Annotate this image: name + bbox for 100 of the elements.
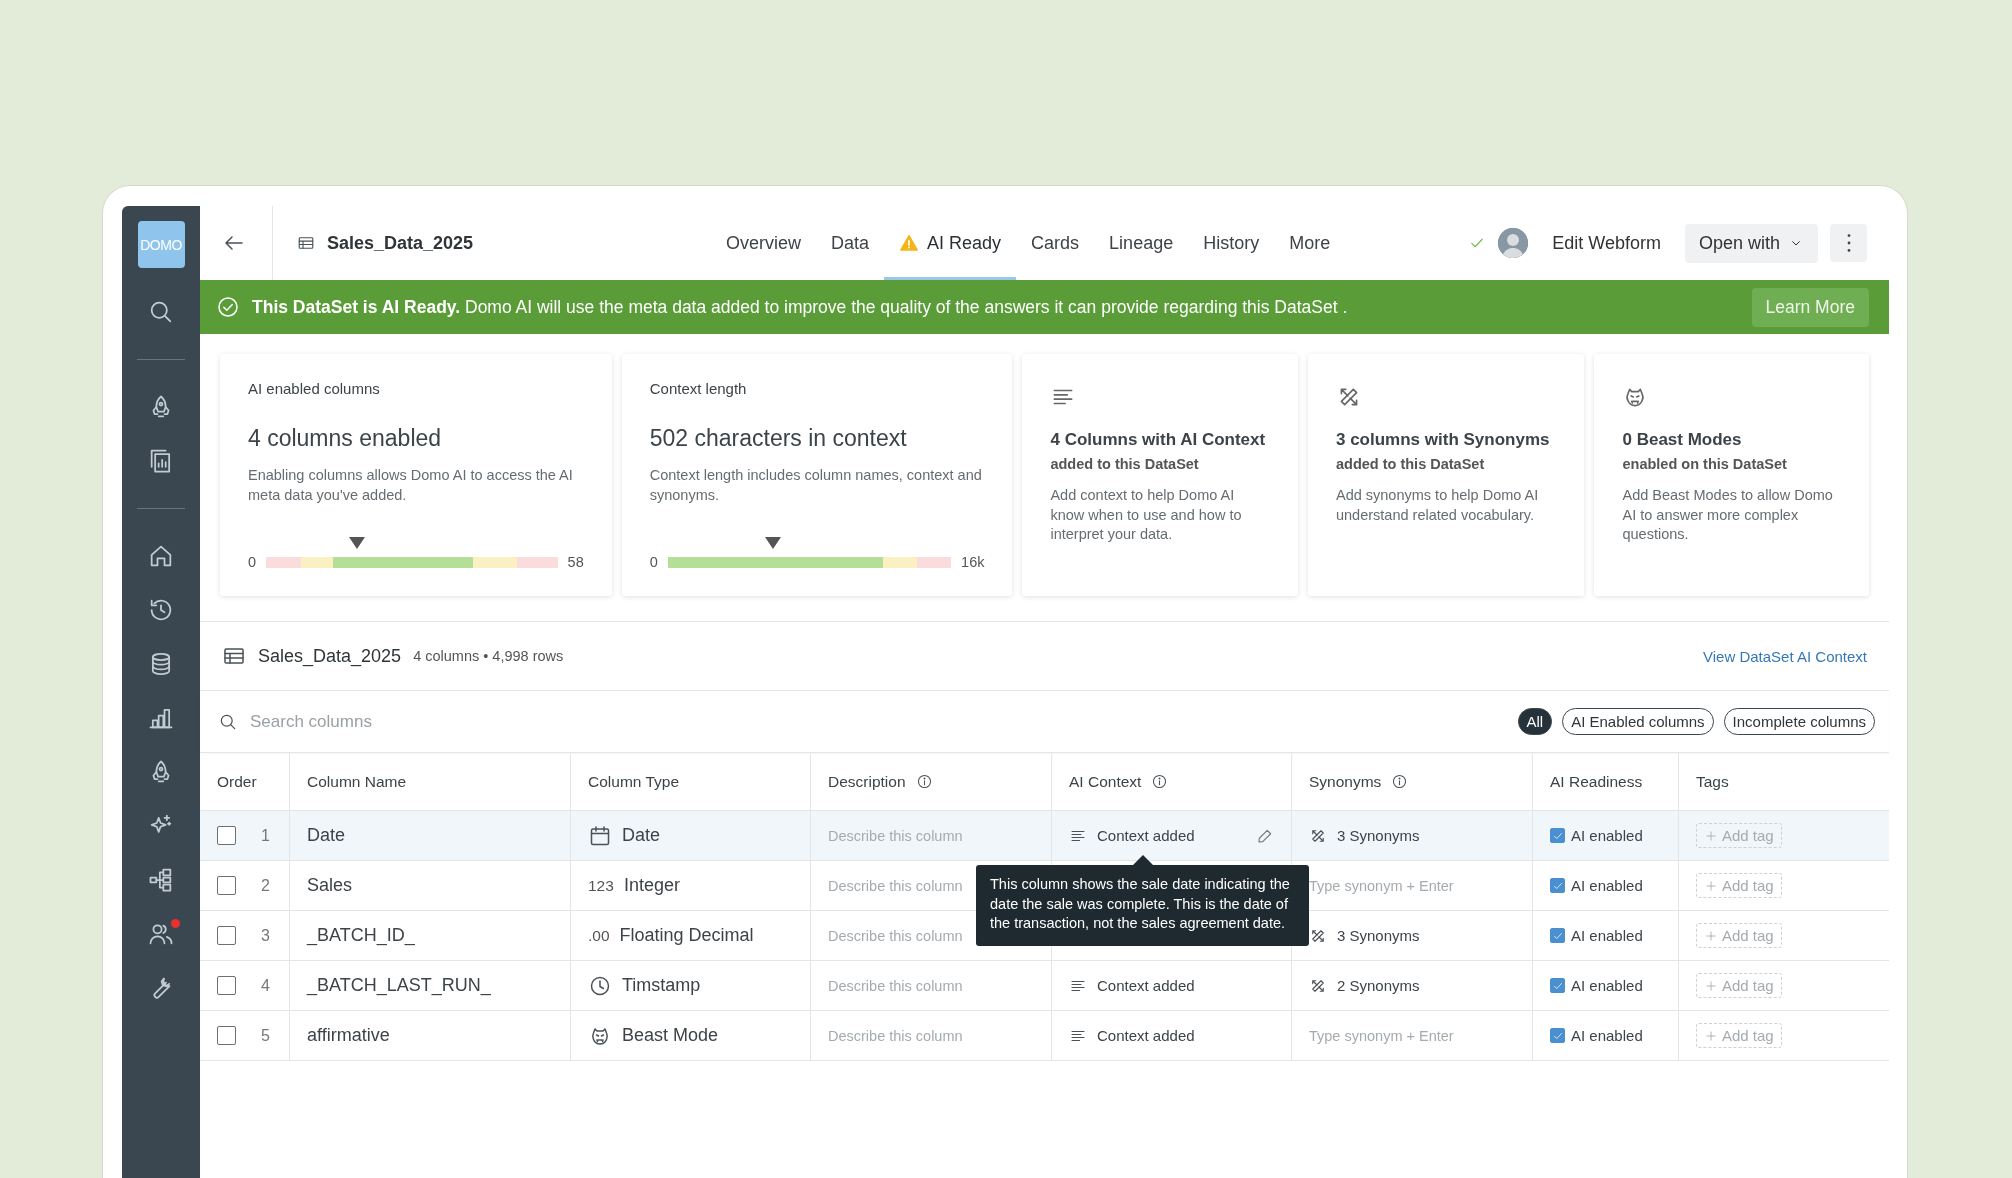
tab[interactable]: Cards xyxy=(1016,206,1095,280)
open-with-button[interactable]: Open with xyxy=(1684,223,1818,263)
meter-min-label: 0 xyxy=(649,554,658,570)
readiness-label: AI enabled xyxy=(1571,877,1643,894)
tooltip: This column shows the sale date indicating the date the sale was complete. This is the date of the transaction, not the sales agreement date. xyxy=(976,855,1309,946)
tab[interactable]: Overview xyxy=(711,206,816,280)
card-description: Add synonyms to help Domo AI understand related vocabulary. xyxy=(1335,486,1540,525)
readiness-label: AI enabled xyxy=(1571,977,1643,994)
edit-webform-button[interactable]: Edit Webform xyxy=(1540,232,1673,254)
info-icon xyxy=(1151,773,1169,790)
card-description: Add context to help Domo AI know when to use and how to interpret your data. xyxy=(1050,486,1243,545)
column-header: Column Name xyxy=(307,772,407,791)
row-checkbox[interactable] xyxy=(217,826,236,845)
logo[interactable]: DOMO xyxy=(137,221,185,268)
tab[interactable]: More xyxy=(1274,206,1346,280)
readiness-label: AI enabled xyxy=(1571,1027,1643,1044)
add-tag-button[interactable]: Add tag xyxy=(1696,823,1782,848)
context-status: Context added xyxy=(1097,827,1196,844)
card-subtitle: enabled on this DataSet xyxy=(1622,456,1788,472)
row-checkbox[interactable] xyxy=(217,1026,236,1045)
meter-min-label: 0 xyxy=(248,554,257,570)
description-field[interactable]: Describe this column xyxy=(828,877,963,894)
tab[interactable]: Lineage xyxy=(1094,206,1189,280)
dataset-title: Sales_Data_2025 xyxy=(327,232,474,254)
column-header: AI Readiness xyxy=(1550,772,1643,791)
plus-icon xyxy=(1704,878,1718,893)
tab[interactable]: History xyxy=(1188,206,1275,280)
column-name: _BATCH_ID_ xyxy=(307,925,415,946)
row-checkbox[interactable] xyxy=(217,976,236,995)
description-field[interactable]: Describe this column xyxy=(828,927,963,944)
synonym-count: 2 Synonyms xyxy=(1337,977,1420,994)
info-icon xyxy=(1391,773,1409,790)
column-header: Tags xyxy=(1696,772,1729,791)
card-label: Context length xyxy=(649,380,748,397)
add-tag-button[interactable]: Add tag xyxy=(1696,1023,1782,1048)
ai-enabled-checkbox[interactable] xyxy=(1550,828,1565,843)
column-header: Description xyxy=(828,772,906,791)
ai-enabled-checkbox[interactable] xyxy=(1550,928,1565,943)
description-field[interactable]: Describe this column xyxy=(828,827,963,844)
meter-max-label: 58 xyxy=(567,554,584,570)
card-description: Add Beast Modes to allow Domo AI to answer more complex questions. xyxy=(1622,486,1834,545)
context-status: Context added xyxy=(1097,977,1196,994)
ai-enabled-checkbox[interactable] xyxy=(1550,978,1565,993)
plus-icon xyxy=(1704,828,1718,843)
filter-chip[interactable]: AI Enabled columns xyxy=(1562,708,1714,735)
column-name: _BATCH_LAST_RUN_ xyxy=(307,975,491,996)
add-tag-button[interactable]: Add tag xyxy=(1696,973,1782,998)
card-description: Enabling columns allows Domo AI to access the AI meta data you've added. xyxy=(248,466,574,505)
table-icon xyxy=(297,234,315,252)
card-label: AI enabled columns xyxy=(248,380,381,397)
ai-enabled-checkbox[interactable] xyxy=(1550,878,1565,893)
type-glyph: 123 xyxy=(588,876,614,895)
filter-chip[interactable]: Incomplete columns xyxy=(1723,708,1875,735)
meter-max-label: 16k xyxy=(961,554,985,570)
type-glyph: .00 xyxy=(588,926,610,945)
learn-more-button[interactable]: Learn More xyxy=(1751,287,1869,327)
filter-chip[interactable]: All xyxy=(1517,708,1553,735)
info-icon xyxy=(915,773,933,790)
column-header: Synonyms xyxy=(1309,772,1382,791)
synonym-count: 3 Synonyms xyxy=(1337,927,1420,944)
dataset-name: Sales_Data_2025 xyxy=(258,645,402,667)
plus-icon xyxy=(1704,928,1718,943)
banner-message: This DataSet is AI Ready. Domo AI will use the meta data added to improve the quality of the answers it can provide regarding this DataSet . xyxy=(252,296,1349,318)
context-status: Context added xyxy=(1097,1027,1196,1044)
ai-context-link[interactable]: View DataSet AI Context xyxy=(1703,647,1867,665)
column-type: Integer xyxy=(623,875,680,896)
column-header: Order xyxy=(217,772,257,791)
description-field[interactable]: Describe this column xyxy=(828,1027,963,1044)
order-number: 2 xyxy=(261,876,270,895)
synonym-field[interactable]: Type synonym + Enter xyxy=(1309,877,1454,894)
ai-enabled-checkbox[interactable] xyxy=(1550,1028,1565,1043)
row-checkbox[interactable] xyxy=(217,876,236,895)
search-field[interactable]: Search columns xyxy=(248,710,1508,733)
add-tag-button[interactable]: Add tag xyxy=(1696,873,1782,898)
column-name: affirmative xyxy=(307,1025,390,1046)
check-circle-icon xyxy=(216,295,240,319)
plus-icon xyxy=(1704,978,1718,993)
card-subtitle: added to this DataSet xyxy=(1335,456,1486,472)
synonym-field[interactable]: Type synonym + Enter xyxy=(1309,1027,1454,1044)
column-type: Date xyxy=(622,825,661,846)
card-description: Context length includes column names, context and synonyms. xyxy=(649,466,983,505)
row-checkbox[interactable] xyxy=(217,926,236,945)
card-subtitle: added to this DataSet xyxy=(1050,456,1200,472)
column-name: Sales xyxy=(307,875,353,896)
column-type: Beast Mode xyxy=(622,1025,719,1046)
description-field[interactable]: Describe this column xyxy=(828,977,963,994)
column-header: AI Context xyxy=(1069,772,1142,791)
tab[interactable]: Data xyxy=(816,206,885,280)
card-value: 502 characters in context xyxy=(649,425,908,452)
order-number: 3 xyxy=(261,926,270,945)
meter-segment xyxy=(516,556,558,568)
card-value: 4 columns enabled xyxy=(248,425,443,452)
order-number: 5 xyxy=(261,1026,270,1045)
order-number: 1 xyxy=(261,826,270,845)
order-number: 4 xyxy=(261,976,270,995)
card-title: 3 columns with Synonyms xyxy=(1335,430,1551,450)
card-title: 0 Beast Modes xyxy=(1622,430,1743,450)
readiness-label: AI enabled xyxy=(1571,827,1643,844)
add-tag-button[interactable]: Add tag xyxy=(1696,923,1782,948)
avatar[interactable] xyxy=(1498,228,1529,258)
